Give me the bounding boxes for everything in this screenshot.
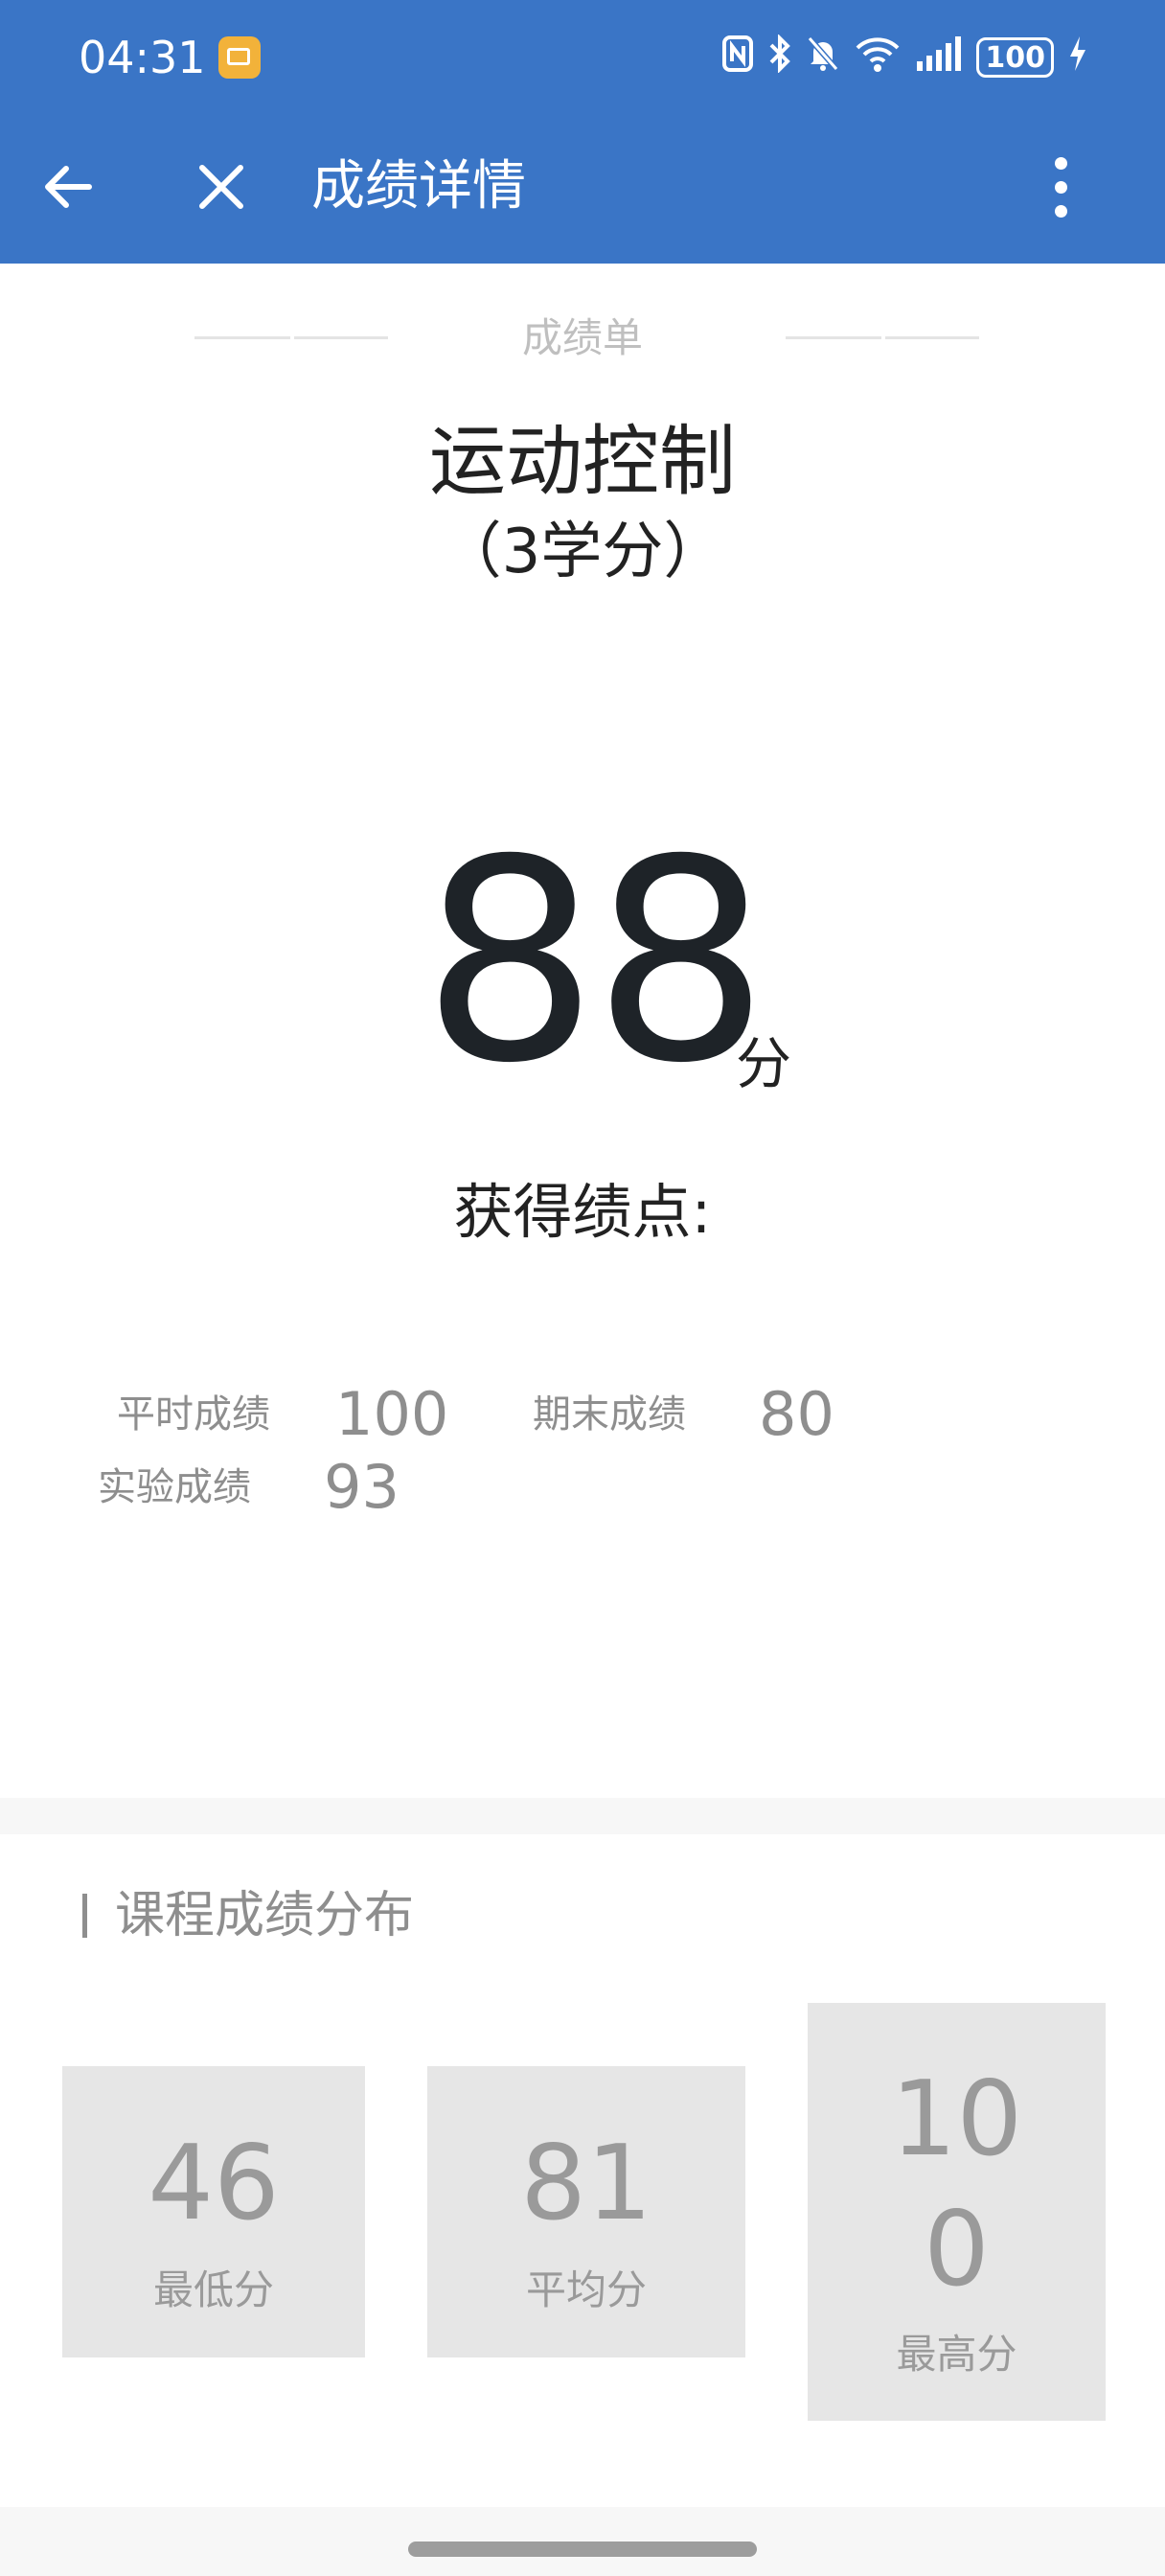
- max-score-card: 10 0 最高分: [808, 2003, 1106, 2421]
- min-score-label: 最低分: [152, 2266, 274, 2313]
- course-credit: （3学分）: [440, 517, 725, 587]
- close-icon: [199, 165, 243, 209]
- max-score-value-line1: 10: [890, 2059, 1023, 2179]
- status-icons: 100: [721, 33, 1088, 81]
- max-score-label: 最高分: [896, 2331, 1017, 2378]
- section-marker: [82, 1894, 87, 1938]
- score-unit: 分: [736, 1031, 792, 1096]
- mail-notification-icon: [218, 36, 261, 79]
- min-score-value: 46: [148, 2124, 280, 2243]
- close-button[interactable]: [188, 153, 255, 220]
- charging-icon: [1067, 34, 1088, 81]
- component-label: 实验成绩: [98, 1465, 251, 1509]
- mute-icon: [806, 34, 840, 81]
- section-separator: [0, 1798, 1165, 1834]
- max-score-value-line2: 0: [924, 2190, 990, 2310]
- page-title: 成绩详情: [311, 155, 526, 218]
- component-value: 100: [335, 1379, 449, 1449]
- gpa-label: 获得绩点:: [453, 1177, 712, 1247]
- avg-score-label: 平均分: [525, 2266, 647, 2313]
- score-display: 88 分: [0, 824, 1165, 1112]
- signal-icon: [915, 34, 963, 81]
- component-value: 80: [759, 1379, 834, 1449]
- component-label: 平时成绩: [117, 1392, 270, 1437]
- more-dot-icon: [1054, 156, 1067, 170]
- course-name: 运动控制: [429, 417, 736, 506]
- bluetooth-icon: [767, 33, 792, 81]
- battery-level: 100: [985, 40, 1045, 75]
- avg-score-card: 81 平均分: [427, 2066, 745, 2358]
- nfc-icon: [721, 34, 754, 81]
- wifi-icon: [854, 34, 902, 81]
- back-button[interactable]: [34, 153, 102, 220]
- status-time: 04:31: [79, 32, 206, 83]
- more-options-button[interactable]: [1027, 153, 1094, 220]
- more-dot-icon: [1054, 180, 1067, 194]
- distribution-title: 课程成绩分布: [115, 1887, 415, 1944]
- component-label: 期末成绩: [533, 1392, 686, 1437]
- battery-indicator: 100: [976, 37, 1054, 78]
- min-score-card: 46 最低分: [62, 2066, 365, 2358]
- home-indicator[interactable]: [408, 2542, 757, 2557]
- report-label: 成绩单: [521, 314, 643, 361]
- component-value: 93: [324, 1452, 400, 1522]
- avg-score-value: 81: [520, 2124, 652, 2243]
- total-score: 88: [422, 801, 769, 1124]
- more-dot-icon: [1054, 204, 1067, 218]
- arrow-left-icon: [45, 166, 92, 208]
